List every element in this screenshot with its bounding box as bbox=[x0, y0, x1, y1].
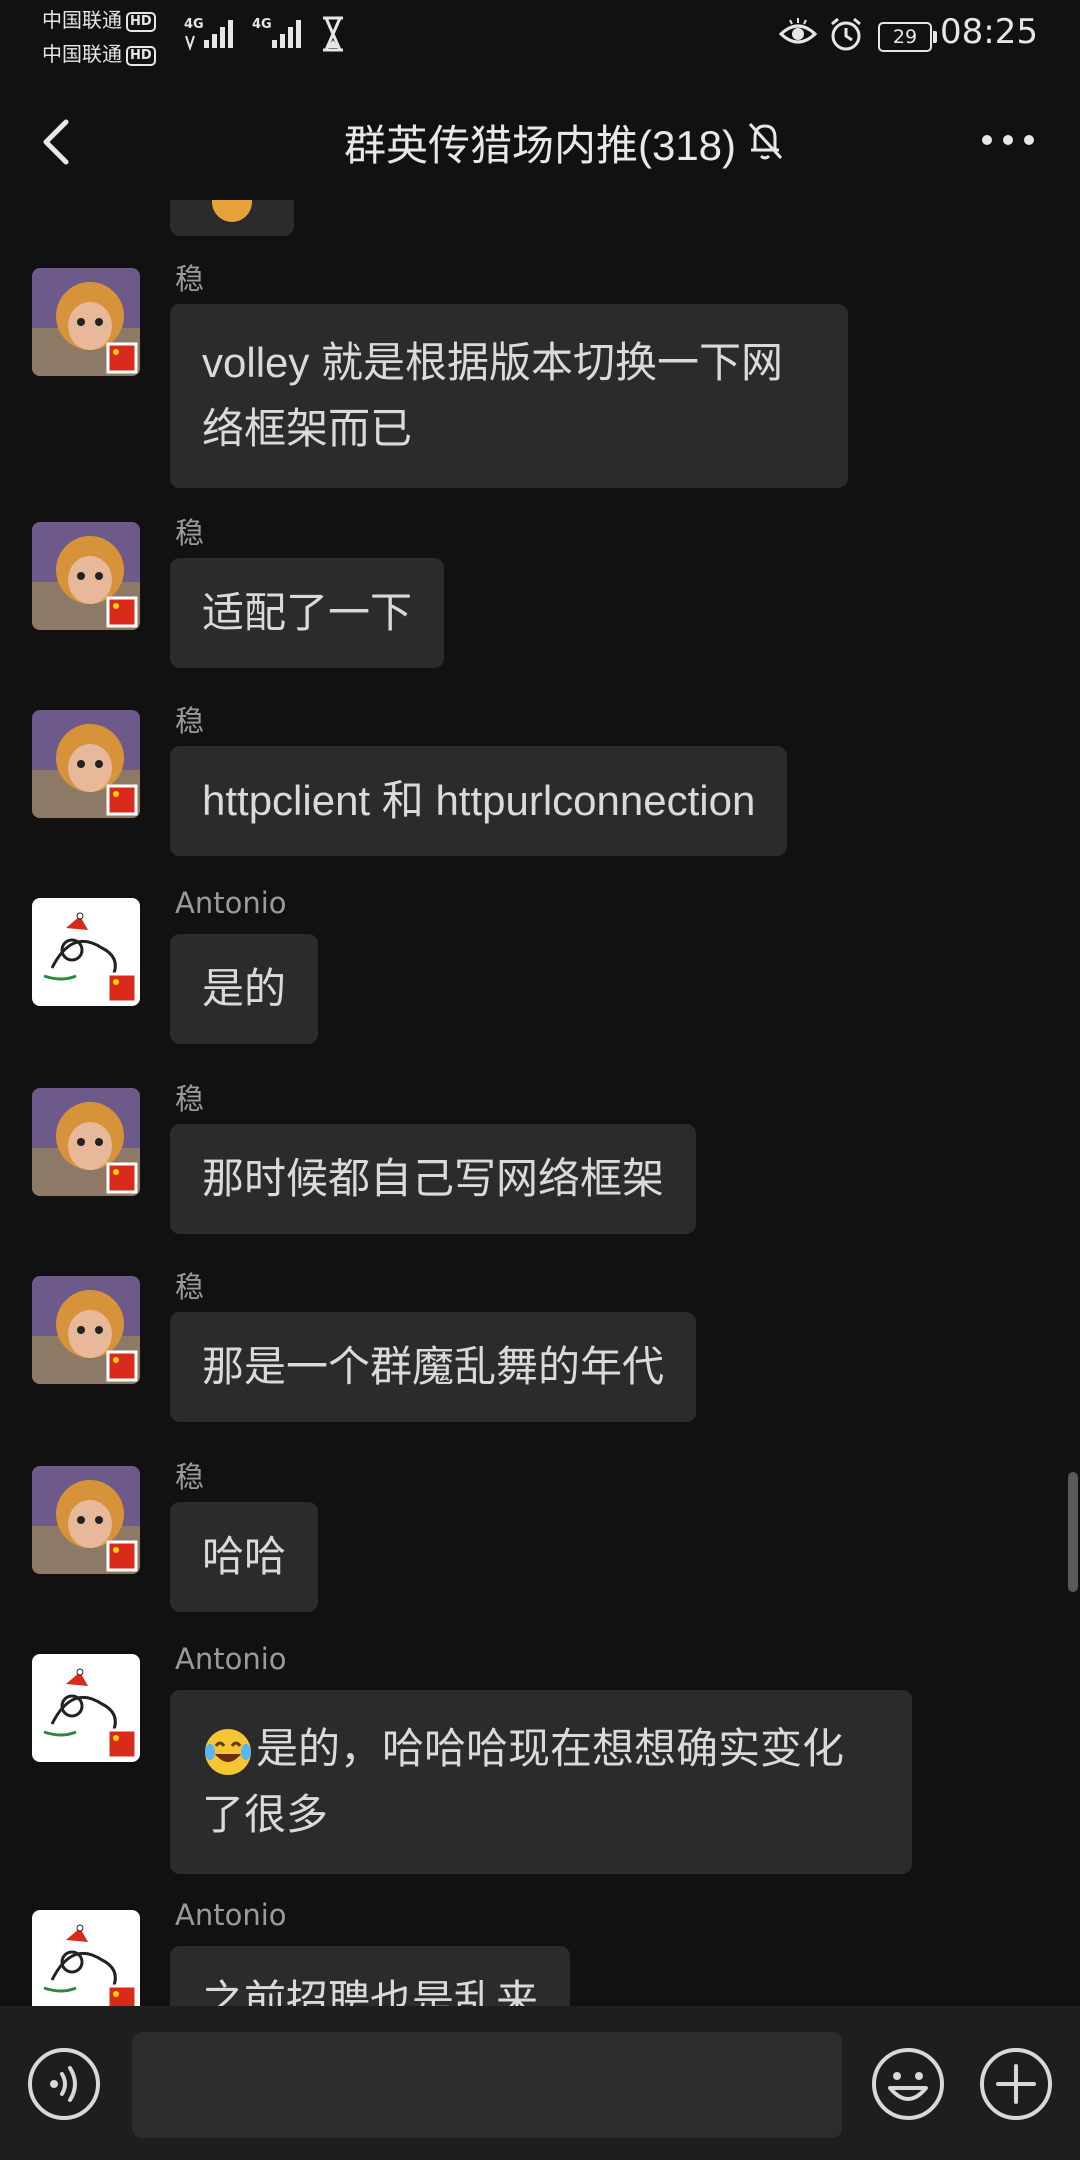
message-bubble[interactable]: 是的，哈哈哈现在想想确实变化了很多 bbox=[170, 1690, 912, 1874]
signal-icon: 4G bbox=[182, 14, 242, 54]
signal-icon-2: 4G bbox=[250, 14, 310, 54]
sender-name: 稳 bbox=[175, 704, 205, 738]
avatar[interactable] bbox=[32, 1654, 140, 1762]
message-bubble[interactable]: volley 就是根据版本切换一下网络框架而已 bbox=[170, 304, 848, 488]
status-bar: 中国联通 HD 中国联通 HD 4G 4G 29 08:25 bbox=[0, 0, 1080, 72]
sender-name: Antonio bbox=[175, 886, 287, 920]
message-bubble[interactable]: 适配了一下 bbox=[170, 558, 445, 668]
input-bar bbox=[0, 2006, 1080, 2160]
message-bubble[interactable]: httpclient 和 httpurlconnection bbox=[170, 746, 788, 856]
sender-name: 稳 bbox=[175, 1270, 205, 1304]
sender-name: 稳 bbox=[175, 1082, 205, 1116]
message-bubble[interactable]: 哈哈 bbox=[170, 1502, 319, 1612]
message-bubble[interactable]: 那是一个群魔乱舞的年代 bbox=[170, 1312, 697, 1422]
avatar[interactable] bbox=[32, 1910, 140, 2006]
alarm-icon bbox=[826, 14, 866, 54]
avatar[interactable] bbox=[32, 1276, 140, 1384]
scrollbar[interactable] bbox=[1068, 1472, 1078, 1592]
clock: 08:25 bbox=[940, 12, 1038, 52]
message-bubble[interactable]: 之前招聘也是乱来 bbox=[170, 1946, 571, 2006]
message-bubble[interactable]: 是的 bbox=[170, 934, 319, 1044]
svg-text:4G: 4G bbox=[184, 17, 204, 32]
eye-icon bbox=[778, 14, 818, 54]
avatar[interactable] bbox=[32, 268, 140, 376]
plus-icon[interactable] bbox=[978, 2046, 1054, 2122]
message-input[interactable] bbox=[132, 2032, 842, 2138]
voice-icon[interactable] bbox=[26, 2046, 102, 2122]
sender-name: Antonio bbox=[175, 1898, 287, 1932]
avatar[interactable] bbox=[32, 1466, 140, 1574]
hourglass-icon bbox=[318, 14, 348, 54]
avatar[interactable] bbox=[32, 710, 140, 818]
avatar[interactable] bbox=[32, 898, 140, 1006]
avatar[interactable] bbox=[32, 1088, 140, 1196]
sender-name: Antonio bbox=[175, 1642, 287, 1676]
chat-title: 群英传猎场内推(318) bbox=[343, 122, 737, 169]
message-list[interactable]: 稳 volley 就是根据版本切换一下网络框架而已 稳 适配了一下 稳 http… bbox=[0, 200, 1080, 2006]
sender-name: 稳 bbox=[175, 516, 205, 550]
svg-text:4G: 4G bbox=[252, 17, 272, 32]
laughing-tears-emoji bbox=[202, 1726, 254, 1778]
chat-header: 群英传猎场内推(318) bbox=[0, 80, 1080, 200]
carrier-label-2: 中国联通 HD bbox=[42, 42, 156, 66]
sender-name: 稳 bbox=[175, 262, 205, 296]
carrier-label-1: 中国联通 HD bbox=[42, 8, 156, 32]
smile-icon[interactable] bbox=[870, 2046, 946, 2122]
sender-name: 稳 bbox=[175, 1460, 205, 1494]
bell-off-icon bbox=[745, 118, 785, 162]
more-horizontal-icon[interactable] bbox=[980, 130, 1036, 150]
message-bubble[interactable]: 那时候都自己写网络框架 bbox=[170, 1124, 697, 1234]
battery-indicator: 29 bbox=[878, 22, 937, 52]
avatar[interactable] bbox=[32, 522, 140, 630]
